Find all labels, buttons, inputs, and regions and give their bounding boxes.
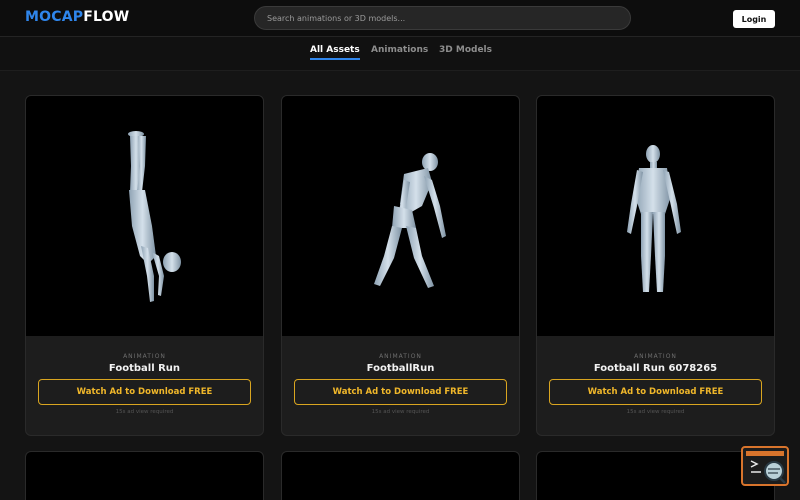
floating-help-button[interactable] [741, 446, 789, 486]
asset-title: Football Run 6078265 [593, 363, 718, 374]
top-navbar: MOCAPFLOW Login [0, 0, 800, 37]
login-button[interactable]: Login [733, 10, 775, 28]
asset-card[interactable] [536, 451, 775, 500]
tab-animations[interactable]: Animations [371, 45, 428, 58]
asset-type: ANIMATION [123, 353, 166, 360]
asset-title: FootballRun [366, 363, 435, 374]
asset-card[interactable]: ANIMATION Football Run 6078265 Watch Ad … [536, 95, 775, 436]
animation-preview[interactable] [537, 96, 774, 336]
download-button[interactable]: Watch Ad to Download FREE [294, 379, 507, 405]
asset-card[interactable]: ANIMATION FootballRun Watch Ad to Downlo… [281, 95, 520, 436]
filter-tabs: All Assets Animations 3D Models [0, 37, 800, 71]
download-button[interactable]: Watch Ad to Download FREE [549, 379, 762, 405]
ad-requirement-note: 15s ad view required [371, 409, 430, 415]
logo-part1: MOCAP [25, 9, 84, 25]
logo-part2: FLOW [83, 9, 130, 25]
handstand-figure-icon [128, 131, 181, 302]
asset-title: Football Run [108, 363, 181, 374]
terminal-search-icon [746, 451, 786, 484]
asset-type: ANIMATION [634, 353, 677, 360]
search-input[interactable] [254, 6, 631, 30]
asset-card[interactable] [281, 451, 520, 500]
asset-card[interactable]: ANIMATION Football Run Watch Ad to Downl… [25, 95, 264, 436]
site-logo[interactable]: MOCAPFLOW [25, 9, 129, 25]
ad-requirement-note: 15s ad view required [626, 409, 685, 415]
bent-over-figure-icon [374, 153, 446, 288]
asset-type: ANIMATION [379, 353, 422, 360]
standing-figure-icon [627, 145, 681, 292]
ad-requirement-note: 15s ad view required [115, 409, 174, 415]
asset-card[interactable] [25, 451, 264, 500]
animation-preview[interactable] [282, 96, 519, 336]
tab-3d-models[interactable]: 3D Models [439, 45, 492, 58]
download-button[interactable]: Watch Ad to Download FREE [38, 379, 251, 405]
tab-all-assets[interactable]: All Assets [310, 45, 360, 60]
animation-preview[interactable] [26, 96, 263, 336]
